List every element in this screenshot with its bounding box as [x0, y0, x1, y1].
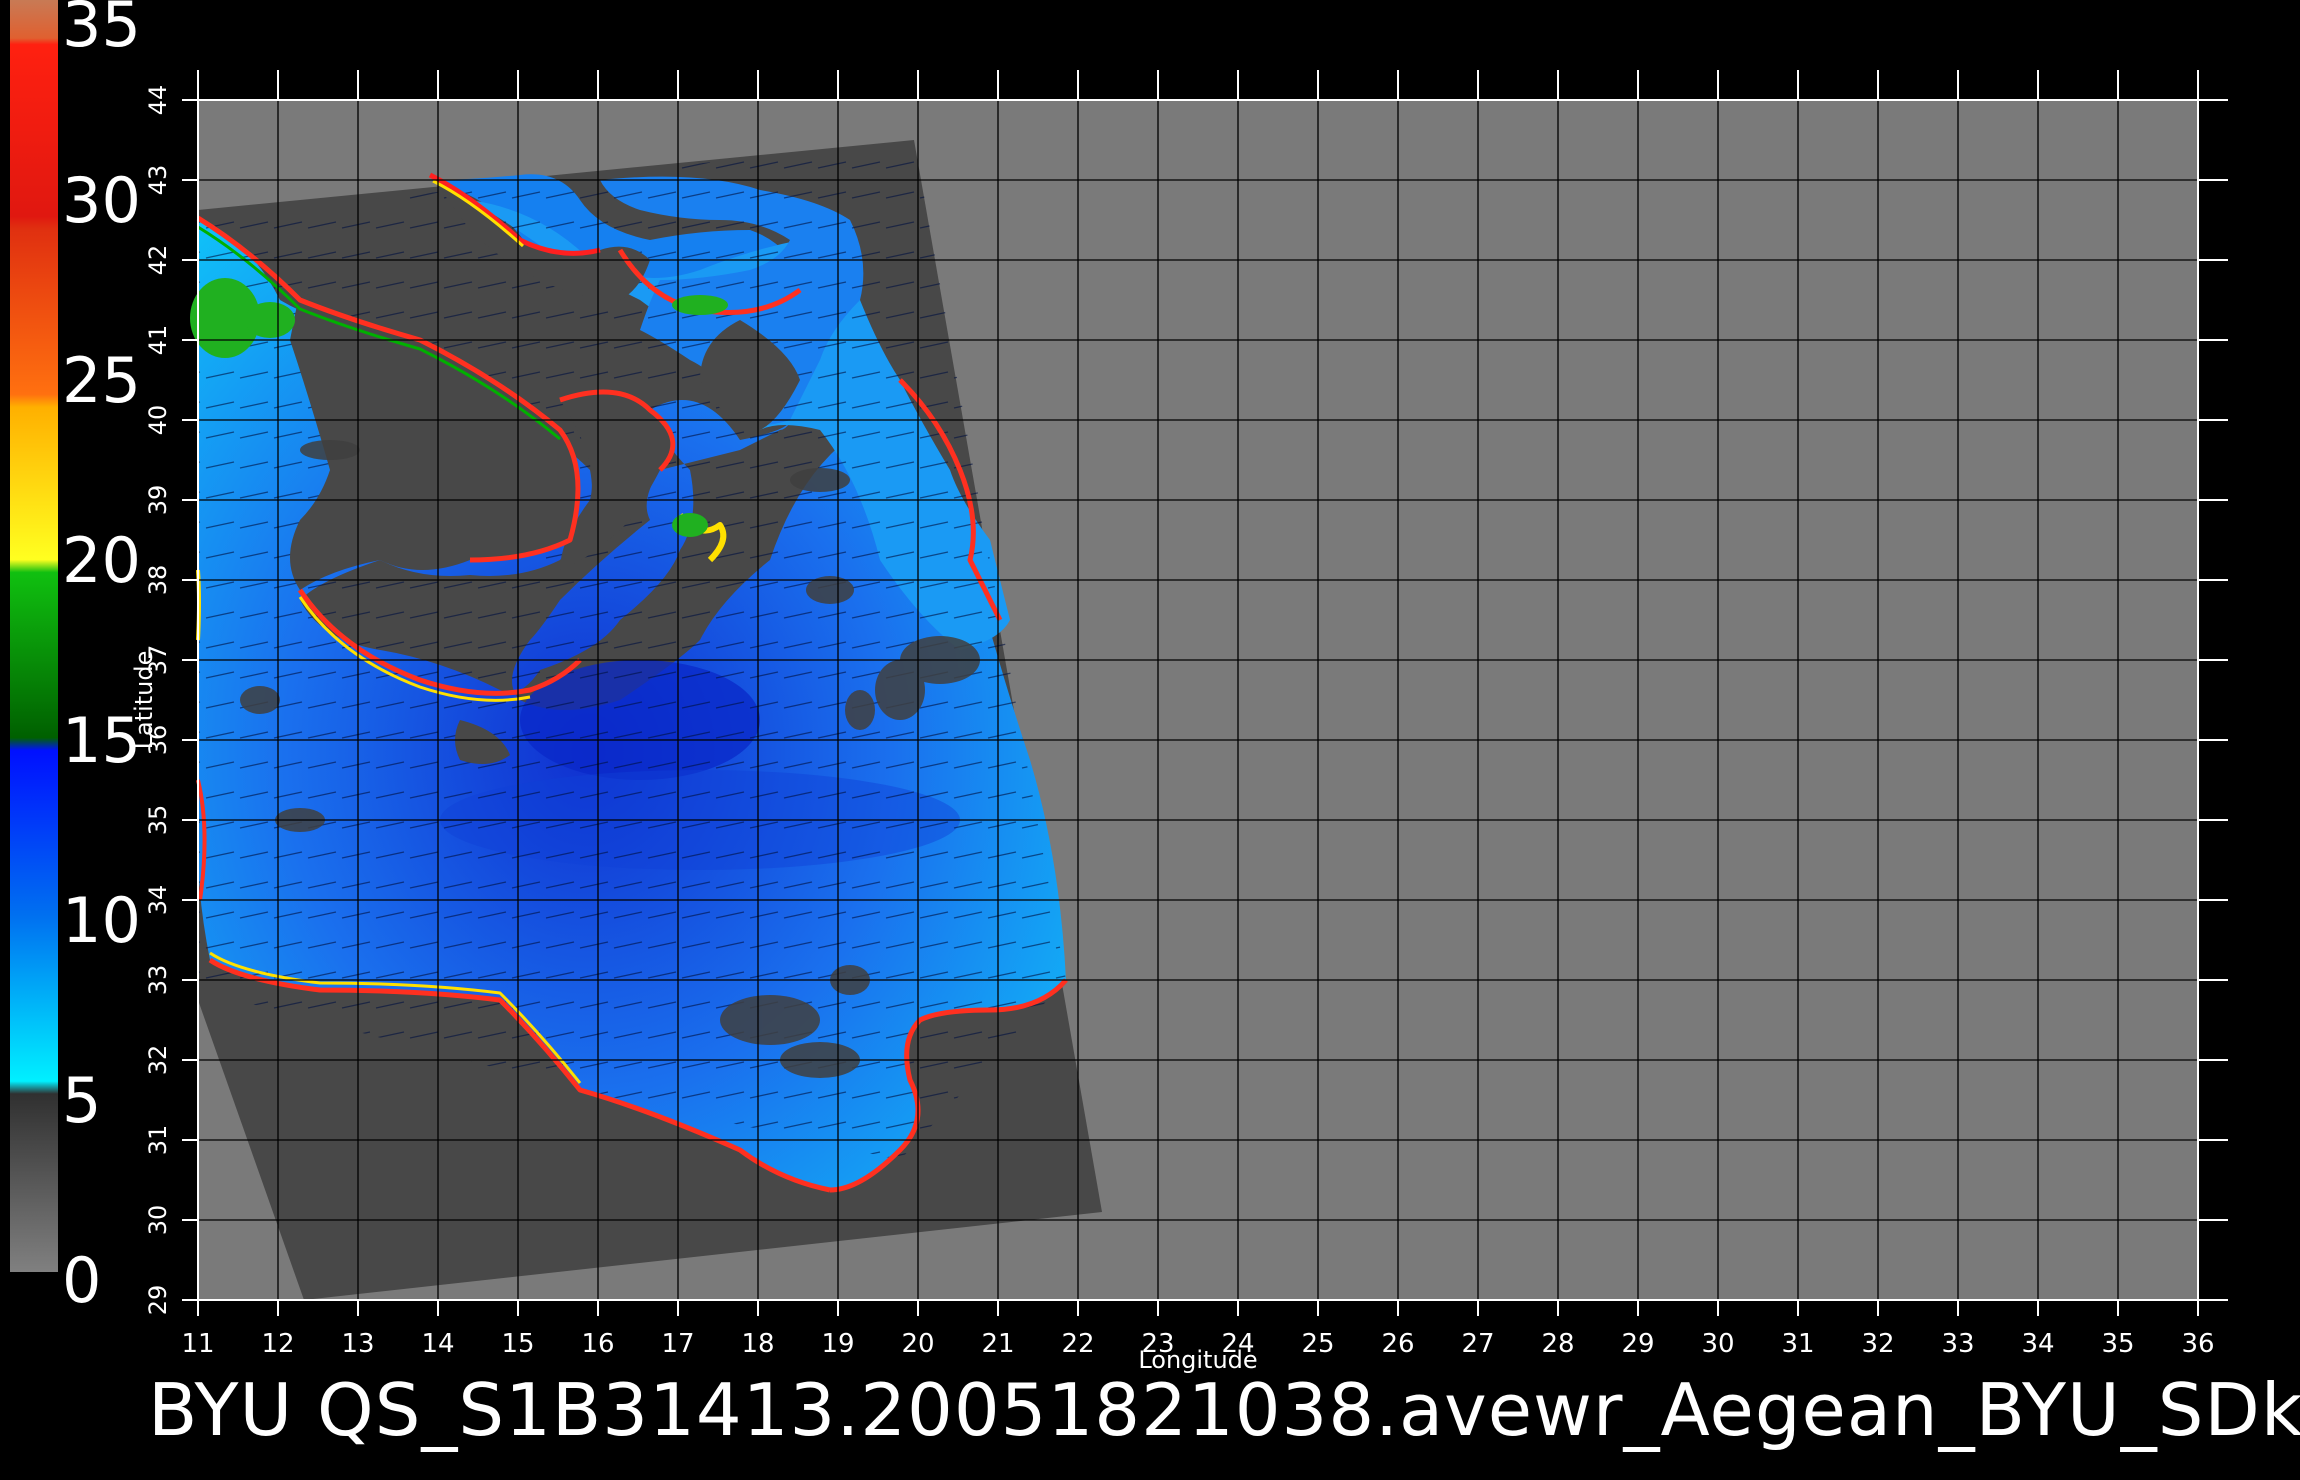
- lon-tick-label: 36: [2181, 1329, 2214, 1359]
- lon-tick-label: 19: [821, 1329, 854, 1359]
- lat-tick-label: 32: [144, 1045, 172, 1076]
- lon-tick-label: 21: [981, 1329, 1014, 1359]
- lon-tick-label: 11: [181, 1329, 214, 1359]
- lon-tick-label: 31: [1781, 1329, 1814, 1359]
- lon-tick-label: 15: [501, 1329, 534, 1359]
- lat-tick-label: 35: [144, 805, 172, 836]
- lon-tick-label: 28: [1541, 1329, 1574, 1359]
- lat-tick-label: 30: [144, 1205, 172, 1236]
- y-axis-label: Latitude: [130, 651, 158, 750]
- lat-tick-label: 29: [144, 1285, 172, 1316]
- lon-tick-label: 16: [581, 1329, 614, 1359]
- lon-tick-label: 12: [261, 1329, 294, 1359]
- lon-tick-label: 14: [421, 1329, 454, 1359]
- lat-tick-label: 34: [144, 885, 172, 916]
- lon-tick-label: 33: [1941, 1329, 1974, 1359]
- lat-tick-label: 42: [144, 245, 172, 276]
- lon-tick-label: 35: [2101, 1329, 2134, 1359]
- lat-tick-label: 38: [144, 565, 172, 596]
- lat-tick-label: 41: [144, 325, 172, 356]
- lon-tick-label: 26: [1381, 1329, 1414, 1359]
- lon-tick-label: 27: [1461, 1329, 1494, 1359]
- lat-tick-label: 39: [144, 485, 172, 516]
- lat-tick-label: 44: [144, 85, 172, 116]
- lat-tick-label: 40: [144, 405, 172, 436]
- lon-tick-label: 32: [1861, 1329, 1894, 1359]
- lon-tick-label: 29: [1621, 1329, 1654, 1359]
- wind-map: 11 12 13 14 15 16 17 18 19 20 21 22 23 24 25 26 27 28 29 30…: [130, 70, 2228, 1374]
- image-title: BYU QS_S1B31413.20051821038.avewr_Aegean…: [148, 1368, 2300, 1452]
- lon-tick-label: 20: [901, 1329, 934, 1359]
- lon-tick-label: 17: [661, 1329, 694, 1359]
- lon-tick-label: 13: [341, 1329, 374, 1359]
- lat-tick-label: 33: [144, 965, 172, 996]
- lon-tick-label: 30: [1701, 1329, 1734, 1359]
- lon-tick-label: 34: [2021, 1329, 2054, 1359]
- lat-tick-label: 31: [144, 1125, 172, 1156]
- lat-tick-label: 43: [144, 165, 172, 196]
- lon-tick-label: 22: [1061, 1329, 1094, 1359]
- lon-tick-label: 18: [741, 1329, 774, 1359]
- lon-tick-label: 25: [1301, 1329, 1334, 1359]
